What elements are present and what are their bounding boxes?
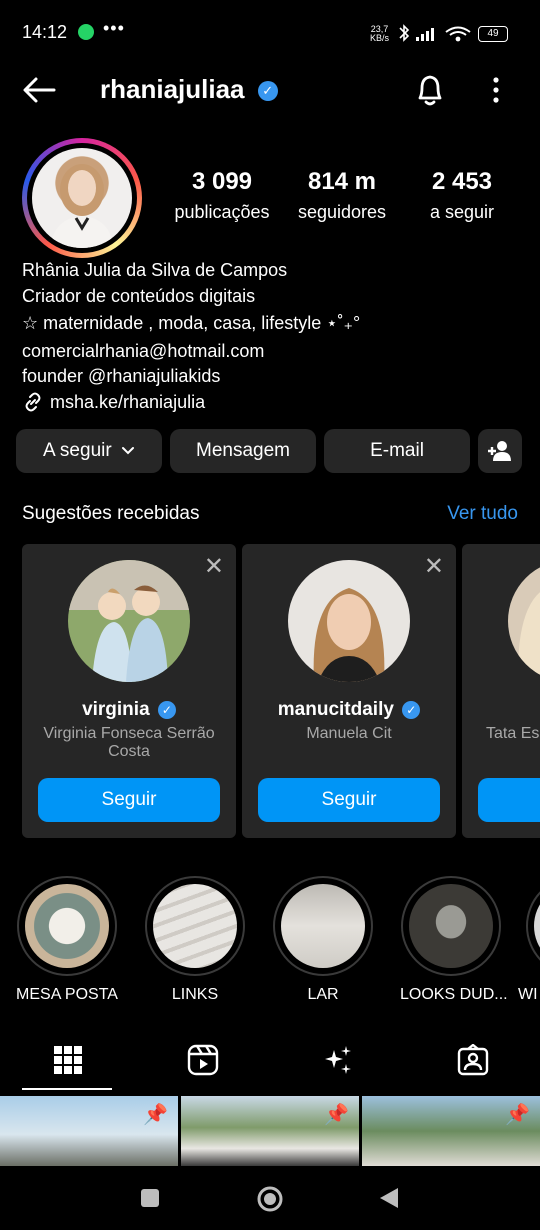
profile-username: rhaniajuliaa [100, 74, 245, 104]
add-person-icon [488, 441, 511, 461]
posts-label: publicações [174, 202, 270, 222]
bell-icon[interactable] [414, 72, 446, 108]
suggestion-username: virginia [82, 699, 150, 720]
link-icon [25, 392, 41, 412]
posts-count: 3 099 [191, 168, 253, 195]
post-thumbnail[interactable]: 📌 [181, 1096, 359, 1166]
tab-posts-grid[interactable] [0, 1040, 135, 1080]
highlight-cover [534, 884, 540, 968]
system-navigation-bar [0, 1166, 540, 1230]
network-speed-unit: KB/s [370, 33, 390, 43]
sparkles-icon [324, 1046, 351, 1074]
follow-button[interactable]: Seguir [258, 778, 440, 822]
suggestion-avatar[interactable] [508, 560, 540, 682]
profile-username-row: rhaniajuliaa ✓ [100, 74, 278, 105]
suggestion-avatar[interactable] [288, 560, 410, 682]
highlight-cover [25, 884, 109, 968]
active-tab-indicator [22, 1088, 112, 1090]
suggestion-username-row: manucitdaily ✓ [242, 699, 456, 721]
verified-badge-icon: ✓ [402, 700, 421, 719]
suggestions-title: Sugestões recebidas [22, 503, 200, 524]
highlight-label: WI [518, 986, 538, 1003]
follow-button[interactable] [478, 778, 540, 822]
verified-badge-icon: ✓ [257, 81, 278, 102]
status-time: 14:12 [22, 22, 68, 42]
bio-category: Criador de conteúdos digitais [22, 285, 256, 306]
bio-full-name: Rhânia Julia da Silva de Campos [22, 260, 288, 280]
tagged-icon [457, 1044, 488, 1076]
highlight-label: LINKS [171, 986, 219, 1003]
bio-link[interactable]: msha.ke/rhaniajulia [22, 390, 360, 416]
network-speed: 23,7 KB/s [370, 25, 389, 43]
highlight-label: LOOKS DUD... [400, 986, 508, 1003]
recent-apps-icon[interactable] [140, 1188, 160, 1208]
post-thumbnail[interactable]: 📌 [362, 1096, 540, 1166]
see-all-link[interactable]: Ver tudo [447, 503, 518, 525]
followers-count: 814 m [307, 168, 377, 195]
back-arrow-icon[interactable] [22, 76, 56, 104]
suggestion-username: manucitdaily [277, 699, 394, 720]
stat-followers[interactable]: 814 m seguidores [282, 168, 402, 223]
suggestion-full-name: Virginia Fonseca Serrão Costa [43, 725, 215, 760]
suggestion-full-name: Tata Es [486, 725, 540, 742]
suggestion-username-row: virginia ✓ [22, 699, 236, 721]
highlight-item-partial[interactable]: WI [518, 876, 540, 1004]
profile-bio: Rhânia Julia da Silva de Campos Criador … [22, 258, 360, 415]
back-nav-icon[interactable] [378, 1186, 400, 1210]
grid-icon [53, 1046, 82, 1074]
suggestion-full-name: Manuela Cit [306, 725, 392, 742]
following-count: 2 453 [431, 168, 493, 195]
bio-founder: founder @rhaniajuliakids [22, 366, 221, 386]
stat-posts[interactable]: 3 099 publicações [162, 168, 282, 223]
pin-icon: 📌 [143, 1104, 168, 1126]
bio-line-interests: ☆ maternidade , moda, casa, lifestyle ⋆˚… [22, 313, 361, 333]
pin-icon: 📌 [505, 1104, 530, 1126]
bio-link-text: msha.ke/rhaniajulia [50, 391, 206, 412]
highlight-item[interactable]: LAR [272, 876, 374, 1004]
following-button[interactable]: A seguir [16, 429, 162, 473]
highlight-item[interactable]: MESA POSTA [16, 876, 118, 1004]
highlight-cover [281, 884, 365, 968]
close-icon[interactable]: ✕ [204, 552, 224, 581]
whatsapp-icon [78, 24, 94, 40]
status-bar: 14:12 ••• 23,7 KB/s 49 [0, 0, 540, 64]
reels-icon [187, 1044, 218, 1076]
highlight-item[interactable]: LINKS [144, 876, 246, 1004]
followers-label: seguidores [297, 202, 387, 222]
tab-reels[interactable] [135, 1040, 270, 1080]
tab-tagged[interactable] [405, 1040, 540, 1080]
highlight-label: MESA POSTA [16, 986, 118, 1003]
verified-badge-icon: ✓ [157, 700, 176, 719]
suggestion-card: ✕ virginia ✓ Virginia Fonseca Serrão Cos… [22, 544, 236, 838]
highlight-item[interactable]: LOOKS DUD... [400, 876, 508, 1004]
tab-ai-content[interactable] [270, 1040, 405, 1080]
following-label: a seguir [429, 202, 495, 222]
battery-icon: 49 [478, 26, 508, 42]
home-icon[interactable] [256, 1185, 284, 1213]
following-button-label: A seguir [43, 440, 112, 461]
profile-avatar[interactable] [22, 138, 142, 258]
suggestion-avatar[interactable] [68, 560, 190, 682]
highlight-label: LAR [307, 986, 339, 1003]
pin-icon: 📌 [324, 1104, 349, 1126]
suggestion-card-partial: Tata Es [462, 544, 540, 838]
suggest-people-button[interactable] [478, 429, 522, 473]
more-vertical-icon[interactable] [486, 74, 506, 106]
follow-button[interactable]: Seguir [38, 778, 220, 822]
bio-email: comercialrhania@hotmail.com [22, 340, 265, 361]
connectivity-icons [399, 24, 471, 42]
close-icon[interactable]: ✕ [424, 552, 444, 581]
highlight-cover [153, 884, 237, 968]
more-notifications-icon: ••• [103, 18, 125, 38]
message-button[interactable]: Mensagem [170, 429, 316, 473]
stat-following[interactable]: 2 453 a seguir [402, 168, 522, 223]
highlight-cover [409, 884, 493, 968]
avatar-image [32, 148, 132, 248]
profile-header: rhaniajuliaa ✓ [0, 64, 540, 116]
chevron-down-icon [121, 447, 134, 455]
post-thumbnail[interactable]: 📌 [0, 1096, 178, 1166]
suggestion-card: ✕ manucitdaily ✓ Manuela Cit Seguir [242, 544, 456, 838]
email-button[interactable]: E-mail [324, 429, 470, 473]
